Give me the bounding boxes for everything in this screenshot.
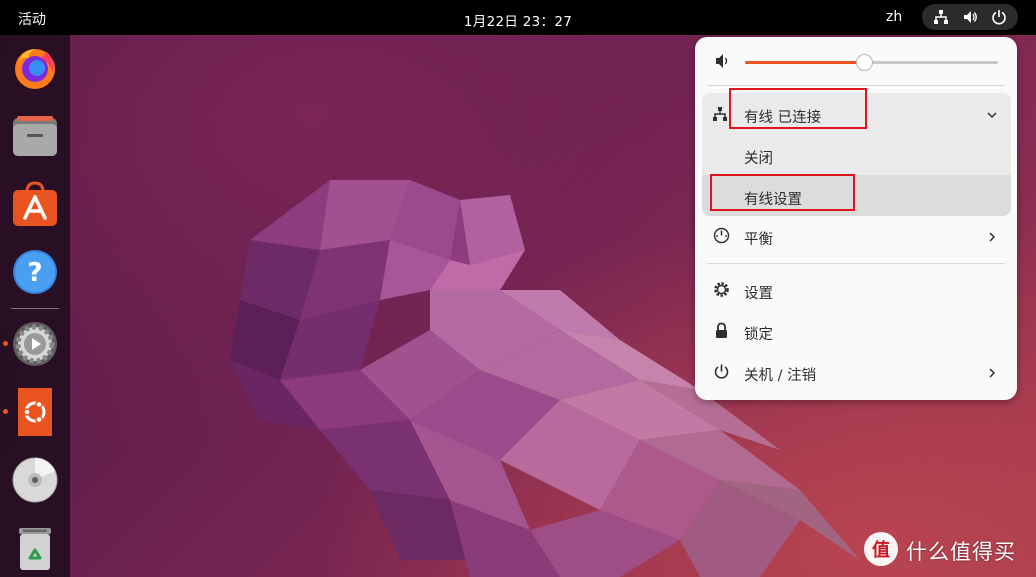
power-icon [714, 364, 729, 379]
system-tray-button[interactable] [922, 4, 1018, 30]
firefox-icon [15, 49, 55, 89]
lock-icon [716, 322, 727, 338]
input-method-button[interactable]: zh [886, 9, 902, 25]
dock-item-firefox[interactable] [11, 44, 59, 92]
running-indicator [3, 341, 8, 346]
app-store-icon [13, 181, 57, 226]
volume-slider-fill [745, 61, 864, 64]
network-wired-icon [934, 10, 948, 24]
clock-area: 1月22日 23：27 [0, 10, 1036, 30]
trash-icon [19, 528, 51, 570]
lock-label: 锁定 [744, 327, 773, 343]
gear-icon [714, 282, 729, 297]
volume-slider[interactable] [745, 54, 998, 71]
running-indicator [3, 409, 8, 414]
chevron-right-icon [989, 232, 996, 242]
files-icon [13, 116, 57, 156]
dock-item-files[interactable] [11, 112, 59, 160]
disc-icon [12, 457, 58, 503]
dock-item-disc[interactable] [11, 456, 59, 504]
dock-item-ubuntu[interactable] [11, 388, 59, 436]
svg-text:值: 值 [872, 539, 890, 561]
power-icon [992, 10, 1006, 25]
network-wired-icon [713, 107, 727, 121]
chevron-down-icon [987, 112, 997, 119]
volume-slider-handle[interactable] [855, 54, 873, 71]
chevron-right-icon [989, 368, 996, 378]
highlight-box-network-settings [710, 174, 855, 211]
power-mode-label: 平衡 [744, 232, 773, 248]
dock: ? [0, 35, 70, 577]
dock-item-settings[interactable] [11, 320, 59, 368]
help-icon: ? [13, 250, 57, 294]
watermark-logo-icon: 值 [872, 539, 890, 561]
network-turn-off-item[interactable]: 关闭 [744, 147, 773, 168]
power-off-label: 关机 / 注销 [744, 368, 817, 384]
settings-label: 设置 [744, 286, 773, 302]
volume-icon [716, 54, 728, 68]
highlight-box-network-status [729, 88, 867, 129]
svg-text:?: ? [27, 258, 42, 288]
top-bar: 活动 1月22日 23：27 zh [0, 0, 1036, 35]
power-profile-icon [713, 227, 730, 244]
watermark-logo: 值 [864, 532, 898, 566]
dock-item-trash[interactable] [11, 524, 59, 572]
date-time-button[interactable]: 1月22日 23：27 [464, 10, 572, 30]
volume-icon [964, 11, 977, 23]
dock-item-help[interactable]: ? [11, 248, 59, 296]
menu-separator [707, 263, 1005, 264]
ubuntu-icon [18, 388, 52, 436]
dock-item-app-store[interactable] [11, 180, 59, 228]
dock-separator [11, 308, 59, 309]
menu-separator [707, 85, 1005, 86]
settings-icon [13, 322, 57, 366]
watermark-text: 什么值得买 [906, 540, 1016, 564]
